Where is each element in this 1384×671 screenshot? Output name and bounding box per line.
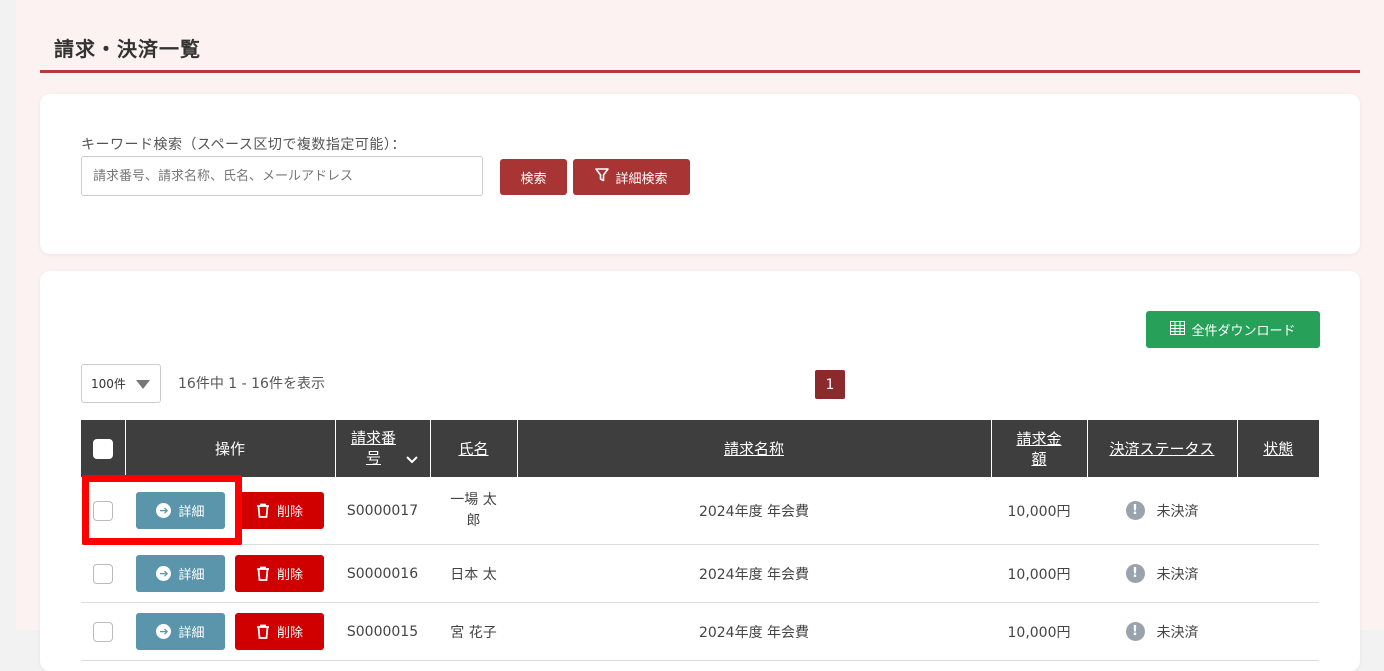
detail-button[interactable]: ➔ 詳細: [136, 555, 225, 592]
header-operation: 操作: [125, 420, 336, 477]
header-invoice-number-label: 請求番号: [350, 429, 396, 468]
search-button[interactable]: 検索: [500, 159, 567, 195]
row-checkbox[interactable]: [93, 621, 113, 642]
cell-payment-status: ! 未決済: [1087, 544, 1237, 603]
header-select-all: [81, 420, 126, 477]
table-header-row: 操作 請求番号 氏名 請求名称 請求金額 決済ステータス 状態: [81, 420, 1319, 477]
cell-amount: 10,000円: [991, 477, 1087, 545]
download-all-button[interactable]: 全件ダウンロード: [1146, 311, 1320, 348]
cell-state: [1237, 602, 1319, 661]
cell-name: 一場 太郎: [430, 477, 517, 545]
detail-button[interactable]: ➔ 詳細: [136, 613, 225, 650]
pagination-page-1[interactable]: 1: [815, 370, 845, 399]
per-page-value: 100件: [91, 377, 126, 391]
search-input[interactable]: [81, 156, 483, 196]
cell-state: [1237, 477, 1319, 545]
cell-invoice-number: S0000017: [335, 477, 430, 545]
exclamation-circle-icon: !: [1125, 501, 1145, 520]
delete-label: 削除: [276, 568, 303, 583]
detail-label: 詳細: [178, 626, 205, 641]
cell-invoice-title: 2024年度 年会費: [517, 602, 991, 661]
cell-invoice-title: 2024年度 年会費: [517, 477, 991, 545]
trash-icon: [256, 503, 270, 518]
delete-label: 削除: [276, 626, 303, 641]
advanced-search-button[interactable]: 詳細検索: [573, 159, 690, 195]
status-text: 未決済: [1156, 624, 1199, 641]
header-invoice-title-label: 請求名称: [723, 439, 784, 458]
cell-invoice-title: 2024年度 年会費: [517, 544, 991, 603]
table-row: ➔ 詳細 削除 S0000017 一場 太郎 2024年度 年会費 10,000円 …: [81, 477, 1319, 545]
per-page-select[interactable]: 100件: [81, 364, 161, 403]
cell-amount: 10,000円: [991, 602, 1087, 661]
advanced-search-label: 詳細検索: [615, 171, 668, 187]
arrow-circle-right-icon: ➔: [156, 624, 172, 639]
invoice-table: 操作 請求番号 氏名 請求名称 請求金額 決済ステータス 状態 ➔詳細削除: [81, 420, 1319, 661]
delete-label: 削除: [276, 505, 303, 520]
status-text: 未決済: [1156, 566, 1199, 583]
cell-name-text: 一場 太郎: [450, 491, 497, 529]
header-payment-status[interactable]: 決済ステータス: [1087, 420, 1238, 477]
search-label: キーワード検索（スペース区切で複数指定可能）：: [81, 137, 406, 153]
cell-amount: 10,000円: [991, 544, 1087, 603]
row-checkbox[interactable]: [93, 563, 113, 584]
table-row: ➔ 詳細 削除 S0000016 日本 太 2024年度 年会費 10,000円 !…: [81, 544, 1319, 603]
search-button-label: 検索: [520, 171, 547, 187]
page-title: 請求・決済一覧: [54, 37, 201, 61]
trash-icon: [256, 624, 270, 639]
header-state[interactable]: 状態: [1237, 420, 1319, 477]
status-text: 未決済: [1156, 503, 1199, 520]
table-icon: [1170, 320, 1186, 339]
cell-payment-status: ! 未決済: [1087, 602, 1237, 661]
download-all-label: 全件ダウンロード: [1191, 324, 1296, 339]
trash-icon: [256, 566, 270, 581]
cell-invoice-number: S0000016: [335, 544, 430, 603]
cell-invoice-number: S0000015: [335, 602, 430, 661]
title-divider: [40, 70, 1360, 73]
exclamation-circle-icon: !: [1125, 564, 1145, 583]
exclamation-circle-icon: !: [1125, 622, 1145, 641]
list-card: 全件ダウンロード 100件 16件中 1 - 16件を表示 1 操作 請求番号 …: [40, 271, 1360, 671]
delete-button[interactable]: 削除: [235, 555, 324, 592]
caret-down-icon: [136, 380, 150, 389]
arrow-circle-right-icon: ➔: [156, 566, 172, 581]
cell-name: 日本 太: [430, 544, 517, 603]
cell-name: 宮 花子: [430, 602, 517, 661]
header-name[interactable]: 氏名: [430, 420, 518, 477]
header-amount-label: 請求金額: [1016, 429, 1062, 468]
detail-label: 詳細: [178, 568, 205, 583]
header-amount[interactable]: 請求金額: [991, 420, 1088, 477]
select-all-checkbox[interactable]: [92, 438, 113, 459]
table-row: ➔ 詳細 削除 S0000015 宮 花子 2024年度 年会費 10,000円 !…: [81, 602, 1319, 661]
header-invoice-number[interactable]: 請求番号: [335, 420, 431, 477]
delete-button[interactable]: 削除: [235, 613, 324, 650]
highlight-box: [82, 475, 242, 545]
cell-payment-status: ! 未決済: [1087, 477, 1237, 545]
header-payment-status-label: 決済ステータス: [1109, 439, 1215, 458]
cell-state: [1237, 544, 1319, 603]
search-card: キーワード検索（スペース区切で複数指定可能）： 検索 詳細検索: [40, 94, 1360, 254]
chevron-down-icon: [405, 449, 418, 469]
filter-icon: [595, 168, 610, 186]
result-count: 16件中 1 - 16件を表示: [178, 376, 325, 392]
header-name-label: 氏名: [458, 439, 489, 458]
header-invoice-title[interactable]: 請求名称: [517, 420, 992, 477]
header-state-label: 状態: [1263, 439, 1294, 458]
delete-button[interactable]: 削除: [235, 492, 324, 529]
